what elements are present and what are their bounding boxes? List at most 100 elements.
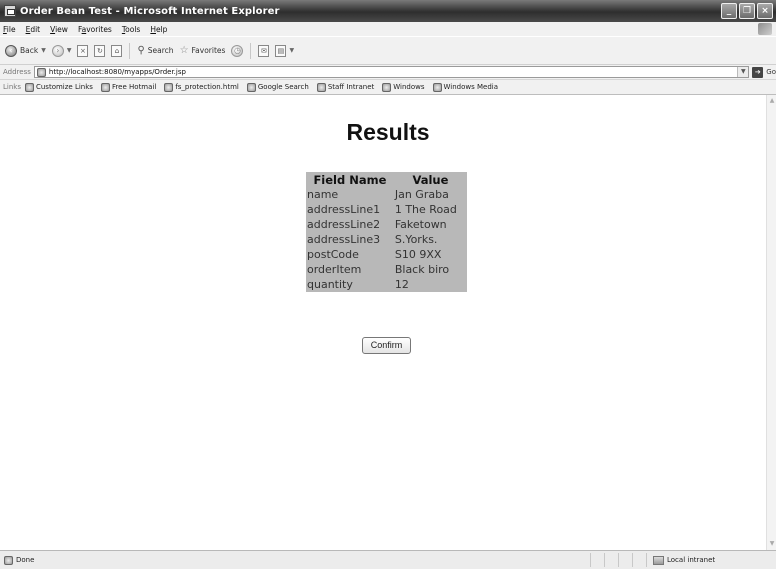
refresh-button[interactable]: ↻: [92, 44, 107, 57]
toolbar-separator: [129, 42, 131, 59]
page-heading: Results: [346, 119, 430, 145]
status-text: Done: [16, 556, 35, 564]
home-icon: ⌂: [111, 44, 123, 57]
ie-link-icon: [246, 82, 256, 92]
status-message: Done: [0, 555, 590, 565]
link-windows-media[interactable]: Windows Media: [432, 82, 498, 92]
vertical-scrollbar[interactable]: ▲ ▼: [766, 95, 776, 550]
table-row: quantity 12: [306, 277, 467, 292]
results-table: Field Name Value name Jan Graba addressLi…: [306, 172, 467, 292]
menu-file[interactable]: File: [3, 25, 16, 34]
menu-bar: File Edit View Favorites Tools Help: [0, 22, 776, 36]
field-name-cell: addressLine2: [307, 218, 381, 231]
forward-arrow-icon: ›: [51, 44, 64, 57]
back-button[interactable]: ‹ Back ▼: [3, 44, 48, 57]
close-button[interactable]: ×: [757, 3, 773, 19]
restore-button[interactable]: ❐: [739, 3, 755, 19]
value-cell: 1 The Road: [394, 203, 457, 216]
field-name-cell: orderItem: [307, 263, 362, 276]
ie-link-icon: [24, 82, 34, 92]
page-done-icon: [4, 555, 13, 565]
table-row: orderItem Black biro: [306, 262, 467, 277]
ie-link-icon: [382, 82, 392, 92]
ie-link-icon: [100, 82, 110, 92]
field-name-cell: postCode: [307, 248, 359, 261]
link-customize-links[interactable]: Customize Links: [24, 82, 93, 92]
search-button[interactable]: ⚲ Search: [135, 45, 175, 56]
links-bar: Links Customize Links Free Hotmail fs_pr…: [0, 80, 776, 95]
favorites-star-icon: ☆: [179, 45, 189, 56]
local-intranet-icon: [653, 555, 664, 565]
back-arrow-icon: ‹: [5, 44, 17, 57]
chevron-down-icon: ▼: [66, 47, 72, 54]
column-header: Field Name: [313, 173, 387, 187]
confirm-button[interactable]: Confirm: [362, 337, 411, 354]
standard-toolbar: ‹ Back ▼ › ▼ × ↻ ⌂ ⚲ Search ☆ Favorites …: [0, 36, 776, 65]
address-bar: Address http://localhost:8080/myapps/Ord…: [0, 65, 776, 80]
go-label: Go: [766, 68, 776, 76]
menu-favorites[interactable]: Favorites: [78, 25, 112, 34]
address-input[interactable]: http://localhost:8080/myapps/Order.jsp ▼: [33, 66, 750, 78]
window-title: Order Bean Test - Microsoft Internet Exp…: [20, 5, 280, 17]
link-free-hotmail[interactable]: Free Hotmail: [100, 82, 156, 92]
history-icon: ◷: [231, 44, 244, 57]
ie-link-icon: [316, 82, 326, 92]
table-row: addressLine3 S.Yorks.: [306, 232, 467, 247]
title-bar: Order Bean Test - Microsoft Internet Exp…: [0, 0, 776, 22]
value-cell: Faketown: [394, 218, 447, 231]
toolbar-separator: [250, 42, 252, 59]
table-header-row: Field Name Value: [306, 172, 467, 187]
print-button[interactable]: ▤ ▼: [273, 44, 296, 57]
windows-logo-icon: [758, 23, 772, 35]
chevron-down-icon: ▼: [41, 47, 46, 54]
security-zone: Local intranet: [646, 553, 715, 567]
links-label: Links: [3, 83, 21, 91]
address-url: http://localhost:8080/myapps/Order.jsp: [48, 68, 186, 76]
value-cell: Jan Graba: [394, 188, 449, 201]
ie-link-icon: [164, 82, 174, 92]
ie-link-icon: [432, 82, 442, 92]
back-label: Back: [20, 46, 39, 55]
mail-button[interactable]: ✉: [256, 44, 271, 57]
history-button[interactable]: ◷: [229, 44, 245, 57]
table-row: postCode S10 9XX: [306, 247, 467, 262]
link-fs-protection[interactable]: fs_protection.html: [164, 82, 239, 92]
minimize-button[interactable]: _: [721, 3, 737, 19]
stop-button[interactable]: ×: [75, 44, 90, 57]
menu-help[interactable]: Help: [150, 25, 167, 34]
menu-edit[interactable]: Edit: [26, 25, 41, 34]
home-button[interactable]: ⌂: [109, 44, 124, 57]
window-controls: _ ❐ ×: [721, 3, 773, 19]
zone-label: Local intranet: [667, 556, 716, 564]
address-dropdown-icon[interactable]: ▼: [737, 67, 749, 77]
status-panel: [618, 553, 632, 567]
scroll-down-icon[interactable]: ▼: [768, 540, 776, 548]
go-button[interactable]: ➔ Go: [752, 66, 776, 78]
value-cell: 12: [394, 278, 409, 291]
refresh-icon: ↻: [94, 44, 106, 57]
link-staff-intranet[interactable]: Staff Intranet: [316, 82, 374, 92]
field-name-cell: addressLine3: [307, 233, 381, 246]
menu-tools[interactable]: Tools: [122, 25, 140, 34]
column-header: Value: [412, 173, 449, 187]
menu-view[interactable]: View: [50, 25, 68, 34]
table-row: addressLine2 Faketown: [306, 217, 467, 232]
print-icon: ▤: [275, 44, 287, 57]
link-google-search[interactable]: Google Search: [246, 82, 309, 92]
link-windows[interactable]: Windows: [382, 82, 425, 92]
status-panel: [632, 553, 646, 567]
search-label: Search: [147, 46, 174, 55]
mail-icon: ✉: [258, 44, 270, 57]
stop-icon: ×: [77, 44, 89, 57]
scroll-up-icon[interactable]: ▲: [768, 97, 776, 105]
value-cell: Black biro: [394, 263, 450, 276]
table-row: name Jan Graba: [306, 187, 467, 202]
favorites-label: Favorites: [191, 46, 226, 55]
status-panel: [590, 553, 604, 567]
forward-button[interactable]: › ▼: [50, 44, 74, 57]
table-row: addressLine1 1 The Road: [306, 202, 467, 217]
page-content: Results Field Name Value name Jan Graba a…: [0, 95, 766, 550]
search-icon: ⚲: [137, 45, 145, 56]
field-name-cell: name: [307, 188, 339, 201]
favorites-button[interactable]: ☆ Favorites: [178, 45, 228, 56]
